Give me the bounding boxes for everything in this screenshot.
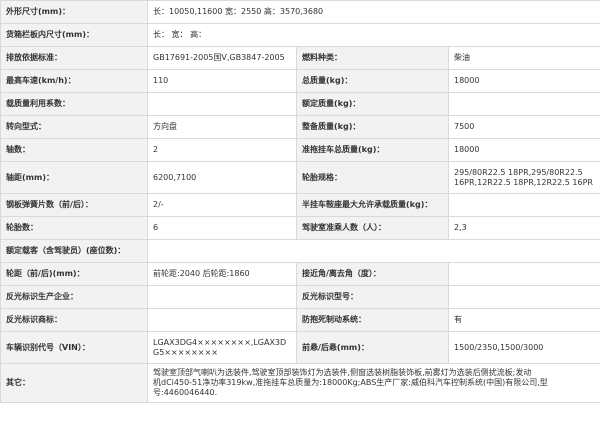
table-row-other: 其它： 驾驶室顶部气喇叭为选装件,驾驶室顶部装饰灯为选装件,侧窗选装树脂装饰板,… [0,363,600,403]
tire-spec-line-2: 16PR,12R22.5 18PR,12R22.5 16PR [454,177,593,187]
leaf-springs-value: 2/- [147,193,297,217]
trailer-mass-label: 准拖挂车总质量(kg)： [296,138,449,162]
table-row-springs: 钢板弹簧片数（前/后）： 2/- 半挂车鞍座最大允许承载质量(kg)： [0,193,600,217]
overall-dimensions-value: 长：10050,11600 宽：2550 高：3570,3680 [147,0,600,24]
cab-capacity-label: 驾驶室准乘人数（人）： [296,216,449,240]
table-row-track: 轮距（前/后)(mm)： 前轮距:2040 后轮距:1860 接近角/离去角（度… [0,262,600,286]
cargo-box-dimensions-value: 长： 宽： 高： [147,23,600,47]
rated-passengers-label: 额定载客（含驾驶员）(座位数)： [0,239,148,263]
overhang-label: 前悬/后悬(mm)： [296,331,449,364]
emission-standard-value: GB17691-2005国Ⅴ,GB3847-2005 [147,46,297,70]
trailer-mass-value: 18000 [448,138,600,162]
cargo-box-dimensions-label: 货箱栏板内尺寸(mm)： [0,23,148,47]
tire-spec-value: 295/80R22.5 18PR,295/80R22.5 16PR,12R22.… [448,161,600,194]
rated-mass-label: 额定质量(kg)： [296,92,449,116]
other-line-1: 驾驶室顶部气喇叭为选装件,驾驶室顶部装饰灯为选装件,侧窗选装树脂装饰板,前雾灯为… [153,368,532,377]
tire-spec-line-1: 295/80R22.5 18PR,295/80R22.5 [454,167,583,177]
table-row-axles: 轴数： 2 准拖挂车总质量(kg)： 18000 [0,138,600,162]
table-row-cargo-box: 货箱栏板内尺寸(mm)： 长： 宽： 高： [0,23,600,47]
reflector-brand-value [147,308,297,332]
track-width-value: 前轮距:2040 后轮距:1860 [147,262,297,286]
tire-count-value: 6 [147,216,297,240]
overall-dimensions-label: 外形尺寸(mm)： [0,0,148,24]
other-line-2: 机dCi450-51净功率319kw,准拖挂车总质量为:18000Kg;ABS生… [153,378,548,387]
wheelbase-value: 6200,7100 [147,161,297,194]
table-row-reflector-brand: 反光标识商标： 防抱死制动系统： 有 [0,308,600,332]
axle-count-label: 轴数： [0,138,148,162]
vin-line-2: G5×××××××× [153,347,218,357]
curb-mass-value: 7500 [448,115,600,139]
table-row-reflector-maker: 反光标识生产企业： 反光标识型号： [0,285,600,309]
vin-value: LGAX3DG4××××××××,LGAX3D G5×××××××× [147,331,297,364]
curb-mass-label: 整备质量(kg)： [296,115,449,139]
table-row-speed: 最高车速(km/h)： 110 总质量(kg)： 18000 [0,69,600,93]
reflector-brand-label: 反光标识商标： [0,308,148,332]
rated-passengers-value [147,239,600,263]
table-row-wheelbase: 轴距(mm)： 6200,7100 轮胎规格： 295/80R22.5 18PR… [0,161,600,194]
fuel-type-label: 燃料种类： [296,46,449,70]
tire-spec-label: 轮胎规格： [296,161,449,194]
other-line-3: 号:4460046440. [153,388,218,397]
wheelbase-label: 轴距(mm)： [0,161,148,194]
vin-label: 车辆识别代号（VIN）： [0,331,148,364]
total-mass-value: 18000 [448,69,600,93]
reflector-maker-label: 反光标识生产企业： [0,285,148,309]
abs-label: 防抱死制动系统： [296,308,449,332]
axle-count-value: 2 [147,138,297,162]
fuel-type-value: 柴油 [448,46,600,70]
tire-count-label: 轮胎数： [0,216,148,240]
max-speed-value: 110 [147,69,297,93]
abs-value: 有 [448,308,600,332]
emission-standard-label: 排放依据标准： [0,46,148,70]
table-row-vin: 车辆识别代号（VIN）： LGAX3DG4××××××××,LGAX3D G5×… [0,331,600,364]
table-row-load-factor: 载质量利用系数： 额定质量(kg)： [0,92,600,116]
rated-mass-value [448,92,600,116]
vehicle-spec-table: 外形尺寸(mm)： 长：10050,11600 宽：2550 高：3570,36… [0,0,600,403]
load-utilization-value [147,92,297,116]
approach-departure-label: 接近角/离去角（度）： [296,262,449,286]
saddle-load-label: 半挂车鞍座最大允许承载质量(kg)： [296,193,449,217]
track-width-label: 轮距（前/后)(mm)： [0,262,148,286]
overhang-value: 1500/2350,1500/3000 [448,331,600,364]
approach-departure-value [448,262,600,286]
other-label: 其它： [0,363,148,403]
load-utilization-label: 载质量利用系数： [0,92,148,116]
table-row-dimensions: 外形尺寸(mm)： 长：10050,11600 宽：2550 高：3570,36… [0,0,600,24]
reflector-model-value [448,285,600,309]
steering-type-value: 方向盘 [147,115,297,139]
table-row-steering: 转向型式： 方向盘 整备质量(kg)： 7500 [0,115,600,139]
vin-line-1: LGAX3DG4××××××××,LGAX3D [153,337,287,347]
leaf-springs-label: 钢板弹簧片数（前/后）： [0,193,148,217]
saddle-load-value [448,193,600,217]
cab-capacity-value: 2,3 [448,216,600,240]
table-row-emission: 排放依据标准： GB17691-2005国Ⅴ,GB3847-2005 燃料种类：… [0,46,600,70]
max-speed-label: 最高车速(km/h)： [0,69,148,93]
table-row-passengers: 额定载客（含驾驶员）(座位数)： [0,239,600,263]
table-row-tires: 轮胎数： 6 驾驶室准乘人数（人）： 2,3 [0,216,600,240]
reflector-model-label: 反光标识型号： [296,285,449,309]
other-value: 驾驶室顶部气喇叭为选装件,驾驶室顶部装饰灯为选装件,侧窗选装树脂装饰板,前雾灯为… [147,363,600,403]
reflector-maker-value [147,285,297,309]
steering-type-label: 转向型式： [0,115,148,139]
total-mass-label: 总质量(kg)： [296,69,449,93]
